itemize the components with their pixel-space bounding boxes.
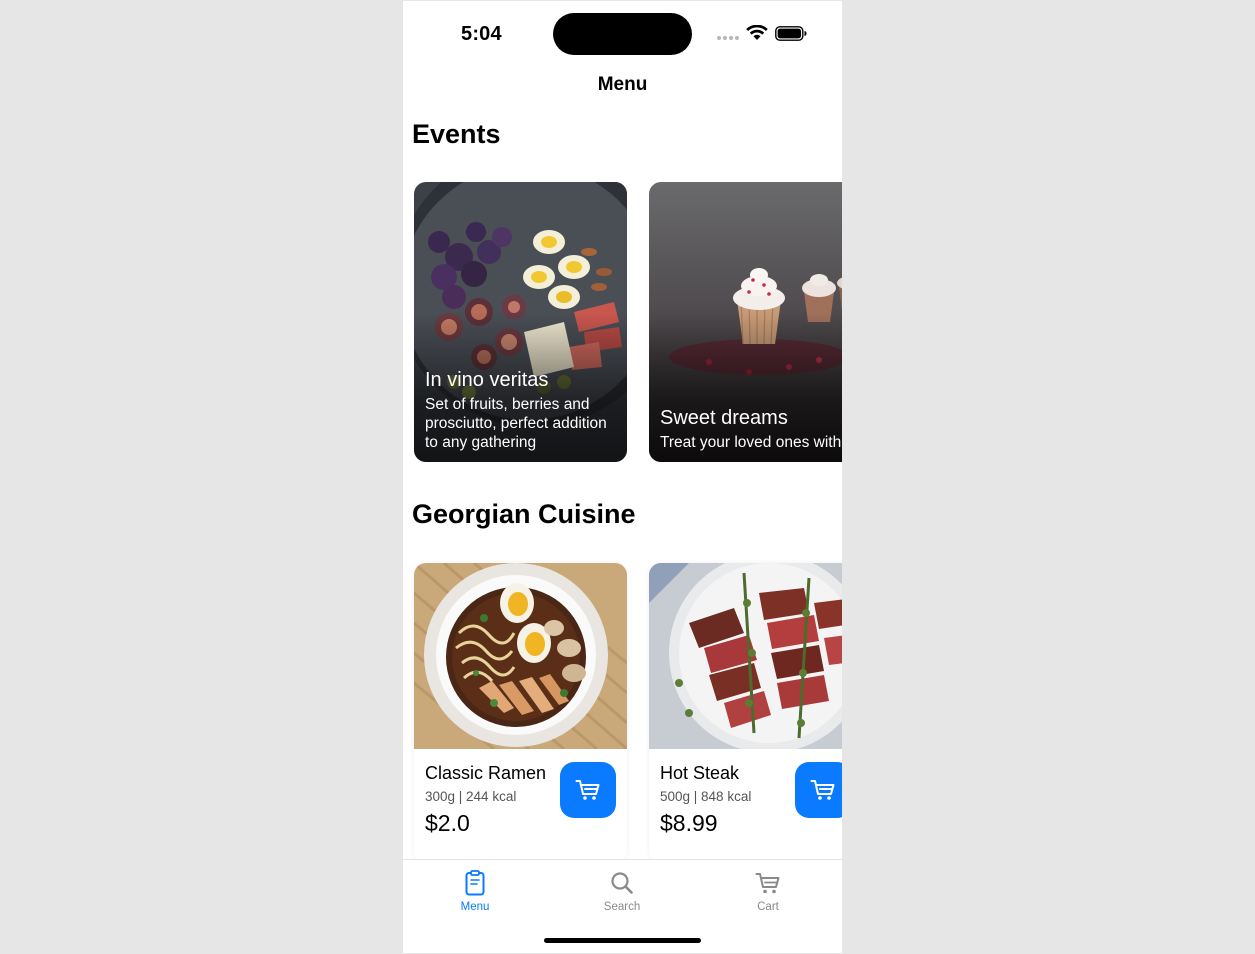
menu-icon (465, 870, 485, 896)
event-description: Set of fruits, berries and prosciutto, p… (425, 396, 607, 451)
product-info: Classic Ramen 300g | 244 kcal $2.0 (425, 763, 546, 837)
search-icon (611, 872, 633, 894)
product-price: $2.0 (425, 810, 470, 836)
cart-icon (755, 873, 780, 894)
event-name: Sweet dreams (660, 407, 788, 429)
tab-search[interactable]: Search (562, 868, 682, 913)
product-name: Classic Ramen (425, 763, 547, 783)
event-description: Treat your loved ones with your presence (660, 434, 842, 451)
phone-screen: 5:04 Menu Events In vino veritas Set of … (403, 1, 842, 953)
event-card-in-vino-veritas[interactable]: In vino veritas Set of fruits, berries a… (414, 182, 627, 462)
event-text: In vino veritas Set of fruits, berries a… (425, 368, 619, 452)
product-card-hot-steak[interactable]: Hot Steak 500g | 848 kcal $8.99 (649, 563, 842, 863)
tab-label: Menu (460, 901, 490, 913)
tab-menu[interactable]: Menu (415, 868, 535, 913)
home-indicator (544, 938, 701, 943)
events-section-title: Events (412, 119, 501, 149)
cart-icon (575, 780, 600, 800)
wifi-icon (746, 25, 768, 40)
tab-cart[interactable]: Cart (708, 868, 828, 913)
event-card-sweet-dreams[interactable]: Sweet dreams Treat your loved ones with … (649, 182, 842, 462)
product-info: Hot Steak 500g | 848 kcal $8.99 (660, 763, 751, 837)
add-to-cart-button[interactable] (560, 762, 616, 818)
ramen-image (414, 563, 627, 749)
tab-label: Search (603, 901, 641, 913)
steak-image (649, 563, 842, 749)
dynamic-island (553, 13, 692, 55)
battery-icon (775, 26, 807, 41)
event-text: Sweet dreams Treat your loved ones with … (660, 406, 842, 452)
product-price: $8.99 (660, 810, 718, 836)
event-name: In vino veritas (425, 369, 549, 391)
cart-icon (810, 780, 835, 800)
status-time: 5:04 (461, 23, 502, 45)
product-weight-calories: 300g | 244 kcal (425, 789, 517, 804)
tab-label: Cart (757, 901, 779, 913)
signal-dots-icon (717, 36, 739, 40)
cuisine-section-title: Georgian Cuisine (412, 499, 636, 529)
product-weight-calories: 500g | 848 kcal (660, 789, 752, 804)
product-card-classic-ramen[interactable]: Classic Ramen 300g | 244 kcal $2.0 (414, 563, 627, 863)
add-to-cart-button[interactable] (795, 762, 842, 818)
page-title: Menu (597, 74, 648, 95)
product-name: Hot Steak (660, 763, 740, 783)
